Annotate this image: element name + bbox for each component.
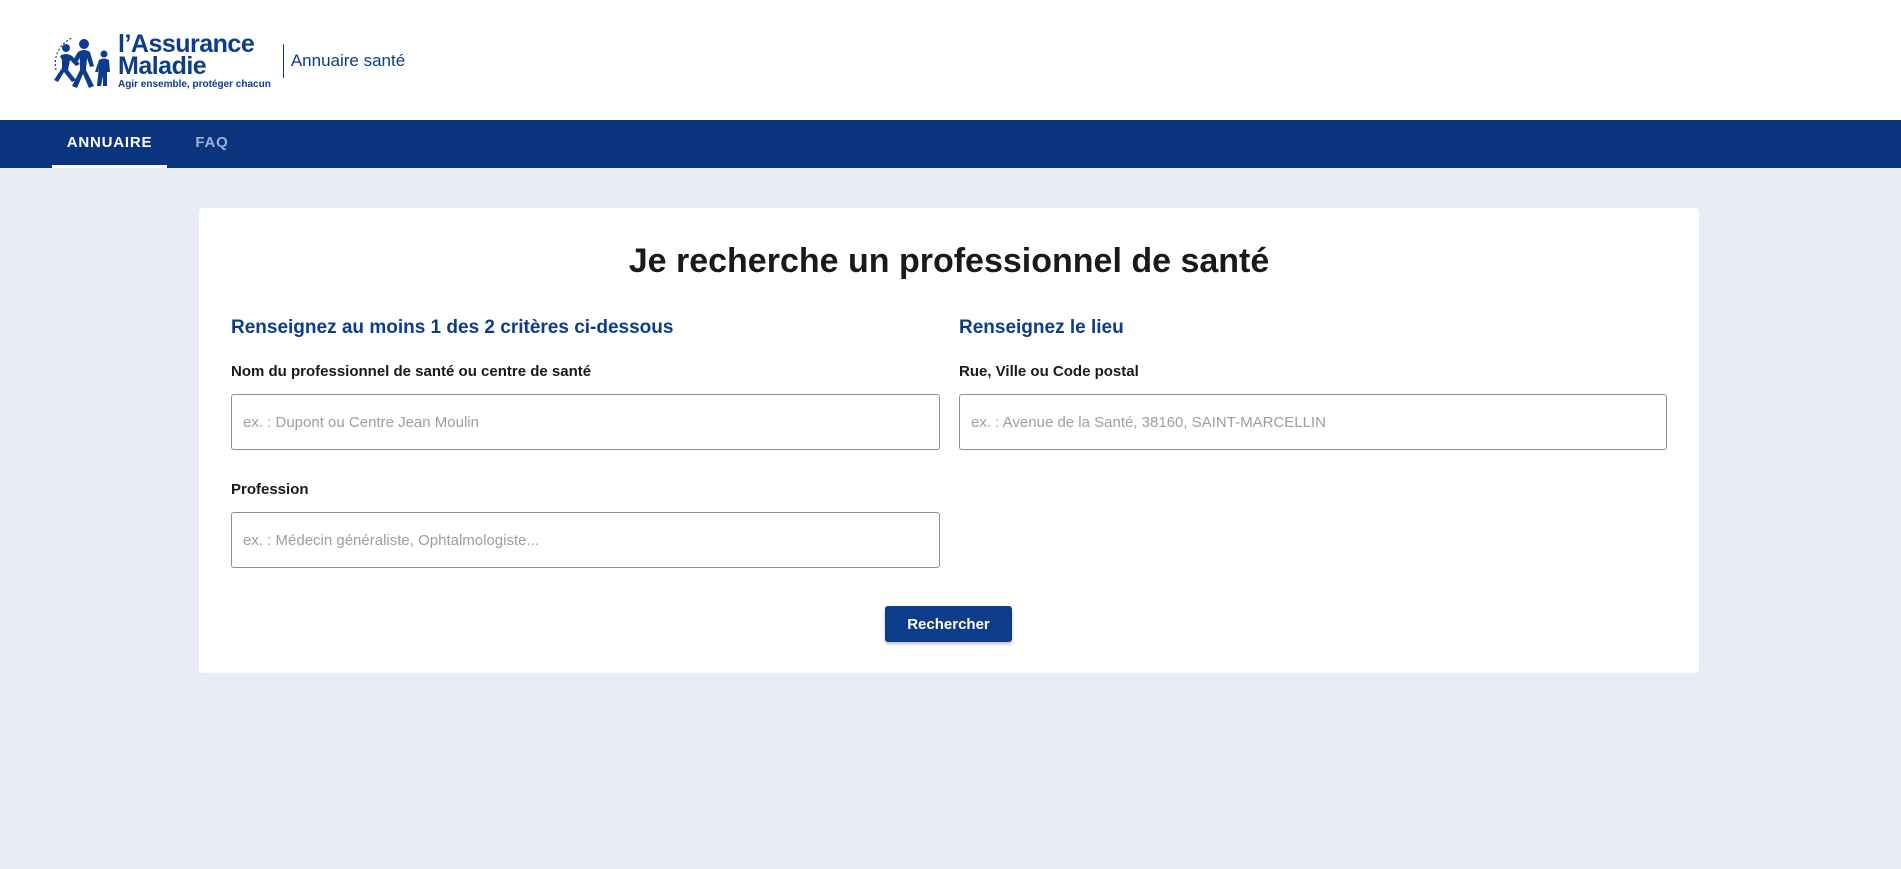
- site-subtitle: Annuaire santé: [290, 51, 406, 70]
- address-label: Rue, Ville ou Code postal: [959, 363, 1139, 380]
- location-heading: Renseignez le lieu: [959, 317, 1124, 338]
- tab-annuaire[interactable]: ANNUAIRE: [52, 120, 167, 168]
- name-label: Nom du professionnel de santé ou centre …: [231, 363, 592, 380]
- profession-label: Profession: [231, 481, 309, 498]
- logo-wordmark: l’Assurance Maladie Agir ensemble, proté…: [118, 31, 271, 90]
- site-header: l’Assurance Maladie Agir ensemble, proté…: [0, 0, 1901, 120]
- address-input[interactable]: [959, 394, 1667, 450]
- family-emblem-icon: [54, 37, 110, 88]
- logo-divider: [282, 44, 284, 78]
- logo-name-line2: Maladie: [118, 51, 207, 80]
- criteria-heading: Renseignez au moins 1 des 2 critères ci-…: [231, 317, 674, 338]
- main-navigation: ANNUAIRE FAQ: [0, 120, 1901, 168]
- tab-faq[interactable]: FAQ: [188, 120, 236, 168]
- page-title: Je recherche un professionnel de santé: [628, 242, 1270, 280]
- profession-input[interactable]: [231, 512, 940, 568]
- search-card: Je recherche un professionnel de santé R…: [199, 208, 1699, 673]
- logo-tagline: Agir ensemble, protéger chacun: [118, 78, 271, 90]
- search-button[interactable]: Rechercher: [885, 606, 1012, 642]
- assurance-maladie-logo[interactable]: l’Assurance Maladie Agir ensemble, proté…: [50, 26, 405, 96]
- name-input[interactable]: [231, 394, 940, 450]
